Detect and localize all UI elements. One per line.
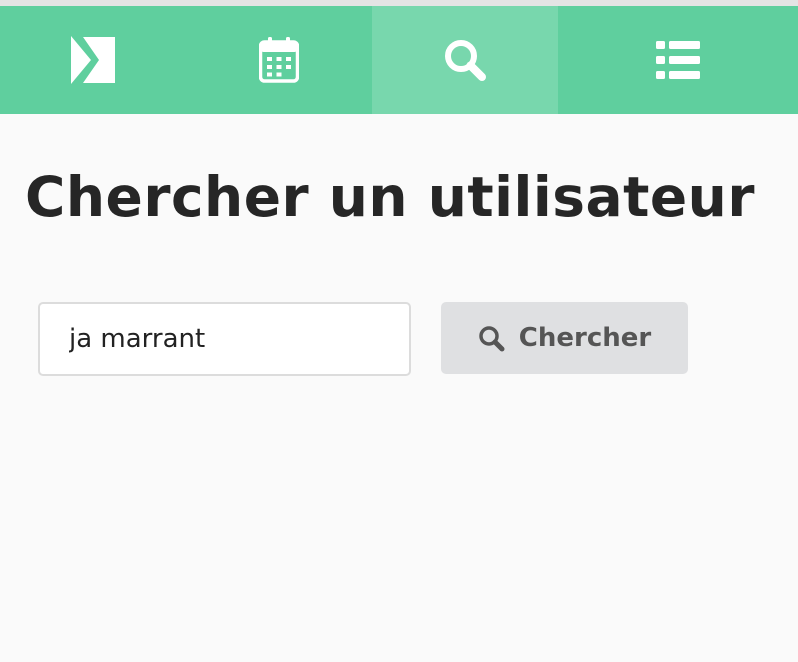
search-button-label: Chercher: [518, 323, 652, 353]
calendar-icon: [259, 37, 299, 83]
top-navbar: [0, 6, 798, 114]
list-icon: [656, 41, 700, 79]
logo-icon: [71, 36, 115, 84]
search-icon: [479, 325, 505, 351]
search-icon: [445, 40, 486, 81]
search-button[interactable]: Chercher: [441, 302, 688, 374]
nav-item-search[interactable]: [372, 6, 558, 114]
nav-item-calendar[interactable]: [186, 6, 372, 114]
nav-item-home[interactable]: [0, 6, 186, 114]
page-title: Chercher un utilisateur: [25, 165, 755, 229]
nav-item-list[interactable]: [558, 6, 798, 114]
search-input[interactable]: [38, 302, 411, 376]
